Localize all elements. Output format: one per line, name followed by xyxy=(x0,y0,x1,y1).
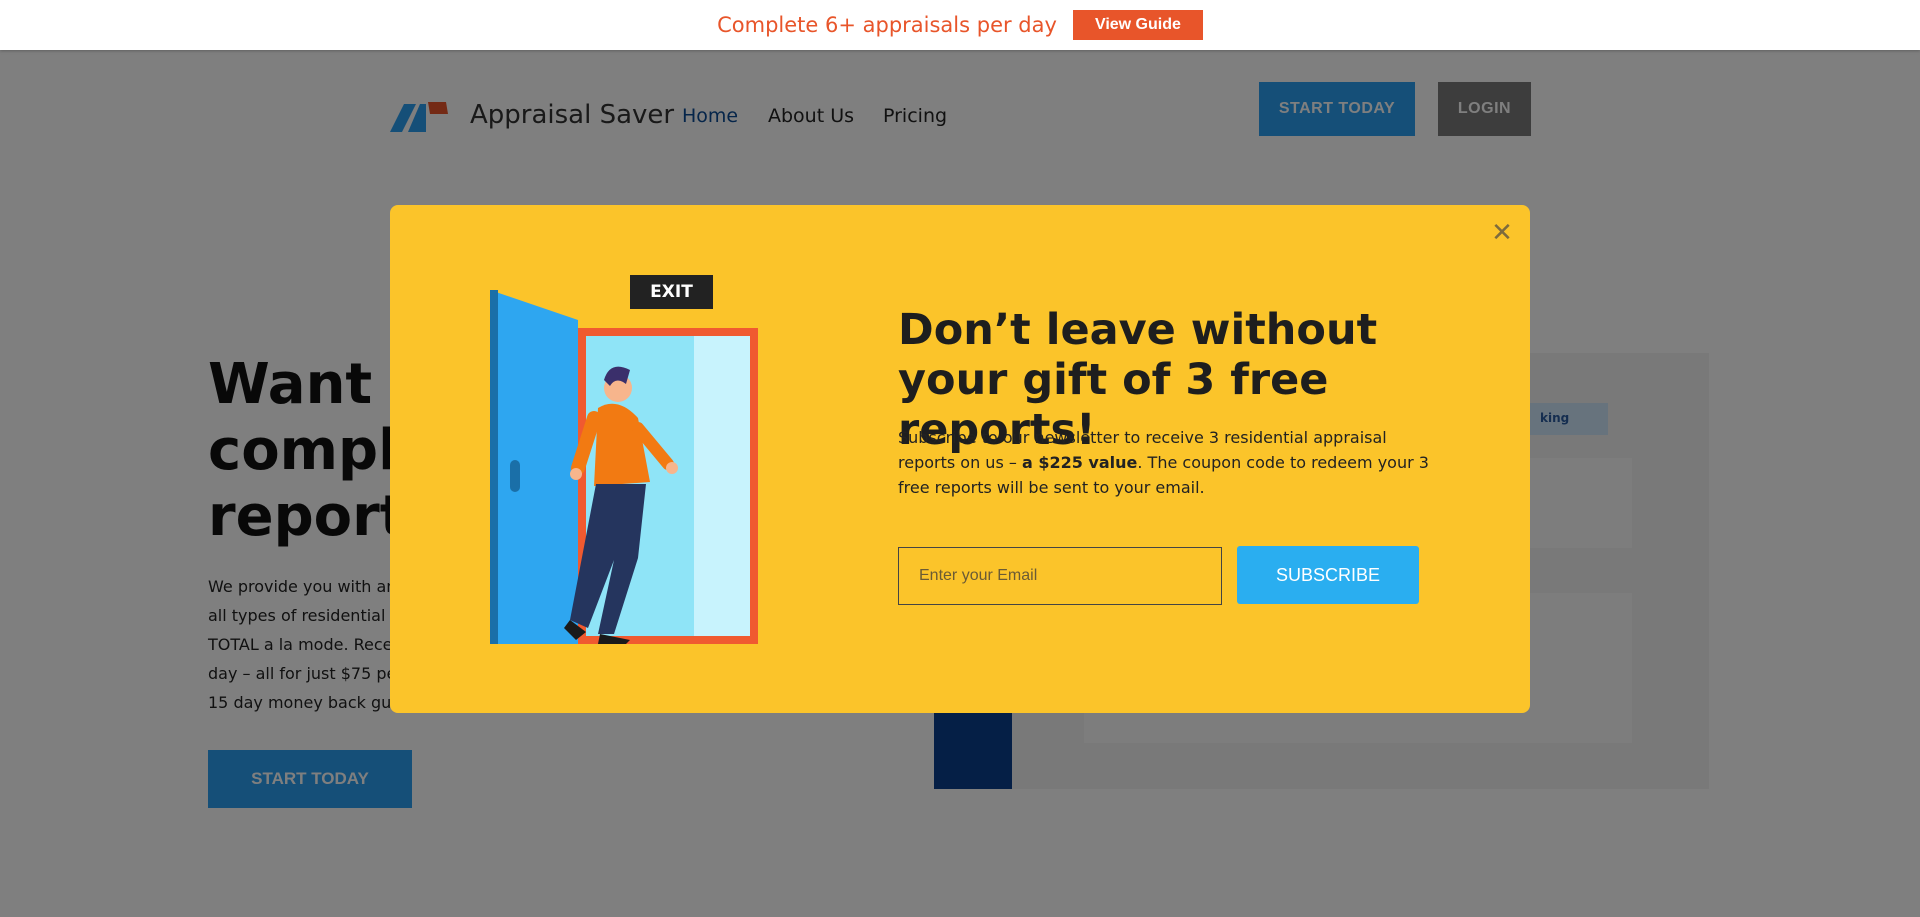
subscribe-button[interactable]: SUBSCRIBE xyxy=(1237,546,1419,604)
desc-value-highlight: a $225 value xyxy=(1021,453,1138,472)
email-input[interactable] xyxy=(898,547,1222,605)
view-guide-button[interactable]: View Guide xyxy=(1072,10,1203,40)
announcement-bar: Complete 6+ appraisals per day View Guid… xyxy=(0,0,1920,50)
close-icon[interactable]: ✕ xyxy=(1488,219,1516,247)
exit-sign: EXIT xyxy=(630,275,713,309)
exit-intent-modal: ✕ EXIT Don’t leave without your gift of … xyxy=(390,205,1530,713)
modal-description: Subscribe to our newsletter to receive 3… xyxy=(898,425,1438,500)
exit-door-illustration xyxy=(490,290,758,644)
announcement-text: Complete 6+ appraisals per day xyxy=(717,13,1057,37)
